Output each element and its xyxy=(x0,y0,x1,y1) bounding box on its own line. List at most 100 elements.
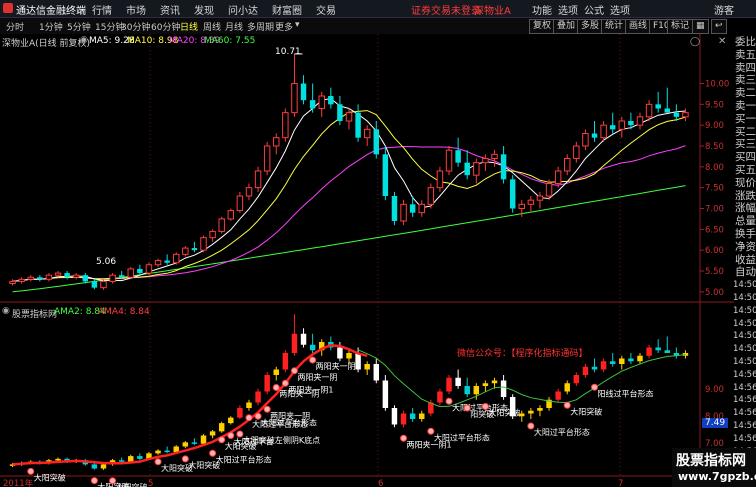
menu-quotes[interactable]: 行情 xyxy=(92,2,112,17)
ama4-label: AMA4: 8.84 xyxy=(98,307,150,317)
sidebar-item: 14:50 xyxy=(733,293,756,303)
period-multi[interactable]: 多周期 xyxy=(247,20,274,33)
menu-function[interactable]: 功能 xyxy=(532,2,552,17)
indicator-y-label: 9.00 xyxy=(705,385,724,395)
period-timeshare[interactable]: 分时 xyxy=(6,20,24,33)
menu-wealth[interactable]: 财富圈 xyxy=(272,2,302,17)
candle-body-up xyxy=(218,218,225,232)
chart-text-layer: 大阳突破大阳突破大阳突破大阳突破大阳突破大阳过平台形态大阳突破大阳过平台大阳突破… xyxy=(27,356,654,487)
stats-button[interactable]: 统计 xyxy=(601,19,628,34)
candle-body-up xyxy=(154,260,162,266)
indicator-bar xyxy=(373,364,380,381)
menu-discover[interactable]: 发现 xyxy=(194,2,214,17)
candle-body-up xyxy=(318,95,325,109)
sidebar-item: 卖四 xyxy=(735,61,756,74)
menu-options-a[interactable]: 选项 xyxy=(558,2,578,17)
candle-body-down xyxy=(328,96,334,105)
candle-body-up xyxy=(573,145,580,159)
menu-formula[interactable]: 公式 xyxy=(584,2,604,17)
menu-news[interactable]: 资讯 xyxy=(160,2,180,17)
period-more[interactable]: 更多 xyxy=(275,20,293,33)
candle-body-up xyxy=(600,124,607,139)
candle-body-down xyxy=(91,281,98,288)
candle-body-up xyxy=(127,268,134,278)
candle-body-up xyxy=(345,112,353,122)
period-5min[interactable]: 5分钟 xyxy=(67,20,91,33)
high-price-label: 10.71 xyxy=(275,47,301,57)
period-1min[interactable]: 1分钟 xyxy=(39,20,63,33)
candle-body-up xyxy=(245,187,253,197)
indicator-bar xyxy=(455,377,461,386)
period-30min[interactable]: 30分钟 xyxy=(121,20,150,33)
candle-body-up xyxy=(582,133,589,147)
indicator-bar xyxy=(346,353,352,359)
candle-body-down xyxy=(355,112,361,138)
chart-toolbar: 复权 叠加 多股 统计 画线 F10 标记 ▦ ↩ xyxy=(529,18,756,34)
candle-body-up xyxy=(18,278,25,282)
sidebar-item: 14:50 xyxy=(733,357,756,367)
indicator-settings-icon[interactable]: ◉ xyxy=(2,306,10,316)
login-alert[interactable]: 证券交易未登录 xyxy=(411,2,481,17)
period-60min[interactable]: 60分钟 xyxy=(151,20,180,33)
indicator-bar xyxy=(500,380,507,397)
candle-body-up xyxy=(636,116,644,126)
menu-options-b[interactable]: 选项 xyxy=(610,2,630,17)
candle-body-up xyxy=(45,274,53,280)
indicator-bar xyxy=(437,391,443,403)
chart-title: 深物业A(日线 前复权) xyxy=(2,39,91,49)
indicator-bar xyxy=(200,435,207,444)
indicator-bar xyxy=(609,361,616,364)
current-value-badge: 7.49 xyxy=(702,418,729,428)
candle-body-down xyxy=(373,129,380,155)
candle-body-up xyxy=(200,237,207,251)
candle-body-down xyxy=(664,108,670,113)
menu-market[interactable]: 市场 xyxy=(126,2,146,17)
watermark: 股票指标网 www.7gpzb.com xyxy=(672,448,756,487)
chevron-down-icon[interactable]: ▾ xyxy=(295,20,300,30)
back-icon[interactable]: ↩ xyxy=(711,19,727,34)
indicator-bar xyxy=(591,366,598,370)
candle-body-down xyxy=(455,150,461,163)
menu-ask[interactable]: 问小达 xyxy=(228,2,258,17)
indicator-bar xyxy=(419,413,425,419)
signal-label: 两阳夹一阴 xyxy=(270,410,310,420)
candle-body-up xyxy=(363,128,371,139)
sidebar-item: 14:50 xyxy=(733,331,756,342)
period-daily[interactable]: 日线 xyxy=(180,20,198,33)
candle-body-down xyxy=(609,125,616,130)
app-logo-icon xyxy=(3,3,13,13)
settings-icon[interactable]: ◉ xyxy=(80,35,88,45)
grid-icon[interactable]: ▦ xyxy=(692,19,709,34)
sidebar-item: 净资 xyxy=(735,240,756,253)
candle-body-down xyxy=(628,121,634,126)
draw-button[interactable]: 画线 xyxy=(625,19,652,34)
period-monthly[interactable]: 月线 xyxy=(225,20,243,33)
candle-body-down xyxy=(309,100,316,109)
candle-body-down xyxy=(137,268,143,274)
candle-body-up xyxy=(564,158,571,172)
menu-guest[interactable]: 游客 xyxy=(714,2,734,17)
candle-body-up xyxy=(482,158,489,164)
sidebar-item: 收益 xyxy=(735,253,756,266)
sidebar-item: 卖一 xyxy=(735,100,756,112)
candle-body-up xyxy=(263,145,271,172)
multi-stock-button[interactable]: 多股 xyxy=(577,19,604,34)
y-tick-label: 6.00 xyxy=(705,246,724,256)
close-chart-icon[interactable]: ✕ xyxy=(718,36,726,47)
overlay-button[interactable]: 叠加 xyxy=(553,19,580,34)
expand-icon[interactable]: ◯ xyxy=(690,37,700,47)
mark-button[interactable]: 标记 xyxy=(667,19,694,34)
period-weekly[interactable]: 周线 xyxy=(203,20,221,33)
adjust-button[interactable]: 复权 xyxy=(529,19,556,34)
candle-body-up xyxy=(645,103,653,118)
y-tick-label: 5.00 xyxy=(705,288,724,298)
indicator-bar xyxy=(391,408,398,425)
indicator-bar xyxy=(600,361,607,370)
indicator-bar xyxy=(382,380,389,408)
candle-body-up xyxy=(72,274,80,278)
candle-body-up xyxy=(418,203,425,214)
indicator-bar xyxy=(664,350,670,353)
candle-body-up xyxy=(445,149,453,172)
candle-body-up xyxy=(145,264,153,274)
menu-trade[interactable]: 交易 xyxy=(316,2,336,17)
